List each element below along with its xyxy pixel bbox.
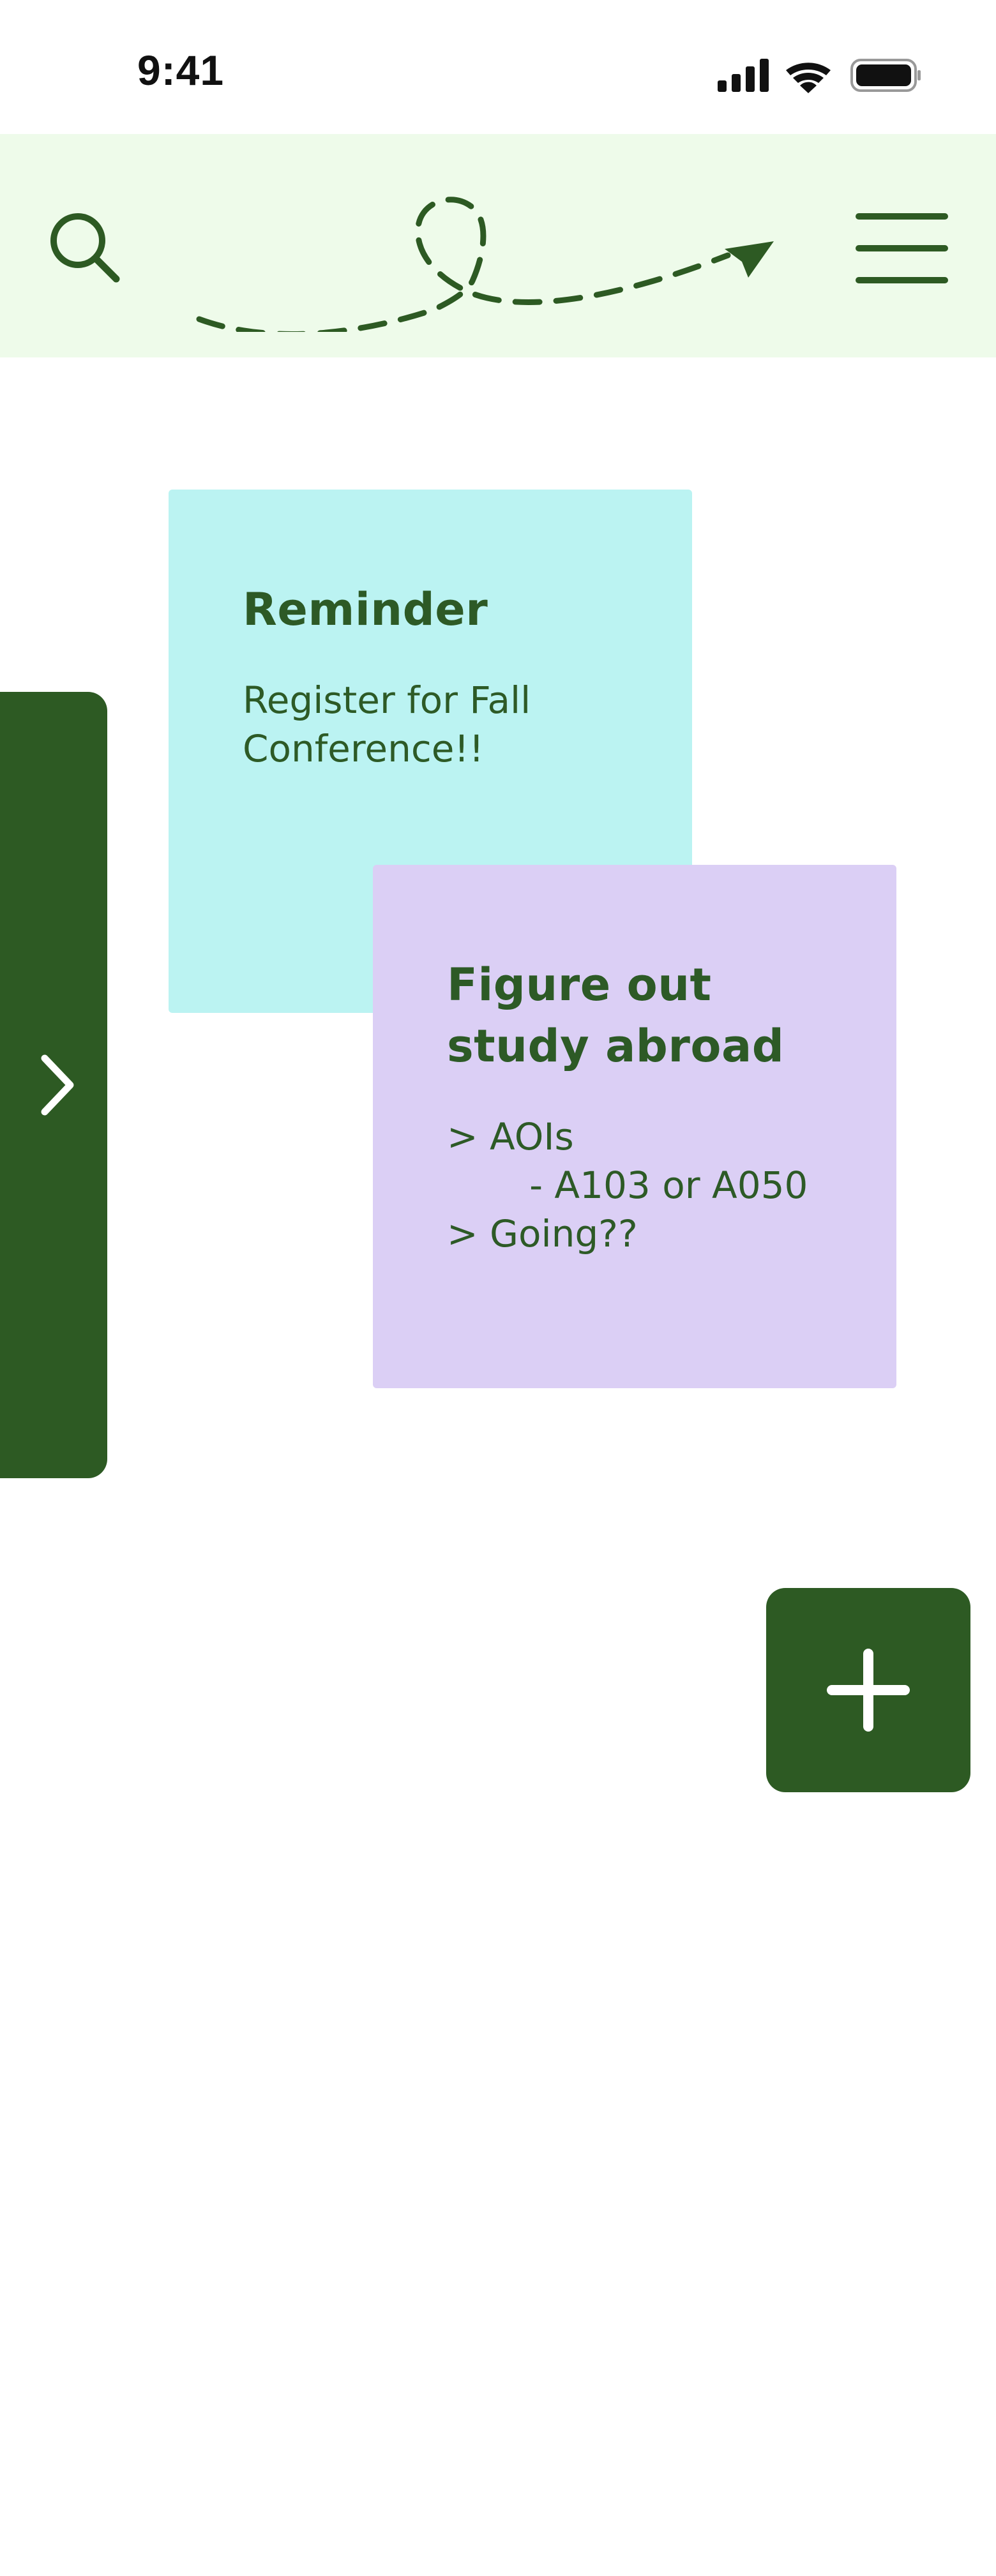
hamburger-menu-icon[interactable] xyxy=(849,211,951,287)
wifi-icon xyxy=(786,63,831,93)
sticky-note-study-abroad[interactable]: Figure out study abroad > AOIs - A103 or… xyxy=(373,865,896,1388)
paper-plane-logo-icon xyxy=(192,166,785,338)
status-bar: 9:41 xyxy=(0,0,996,134)
note-title: Reminder xyxy=(243,583,488,636)
note-title: Figure out study abroad xyxy=(447,959,785,1072)
side-drawer-toggle[interactable] xyxy=(0,692,107,1478)
cellular-signal-icon xyxy=(718,59,769,92)
status-time: 9:41 xyxy=(137,47,225,94)
battery-icon xyxy=(850,59,921,92)
chevron-right-icon xyxy=(38,1053,77,1117)
note-body: Register for Fall Conference!! xyxy=(243,678,531,770)
status-icons xyxy=(718,56,921,93)
app-header xyxy=(0,134,996,357)
plus-icon xyxy=(827,1649,910,1732)
note-body: > AOIs - A103 or A050 > Going?? xyxy=(447,1115,808,1255)
add-note-button[interactable] xyxy=(766,1588,970,1792)
search-icon[interactable] xyxy=(45,207,128,290)
